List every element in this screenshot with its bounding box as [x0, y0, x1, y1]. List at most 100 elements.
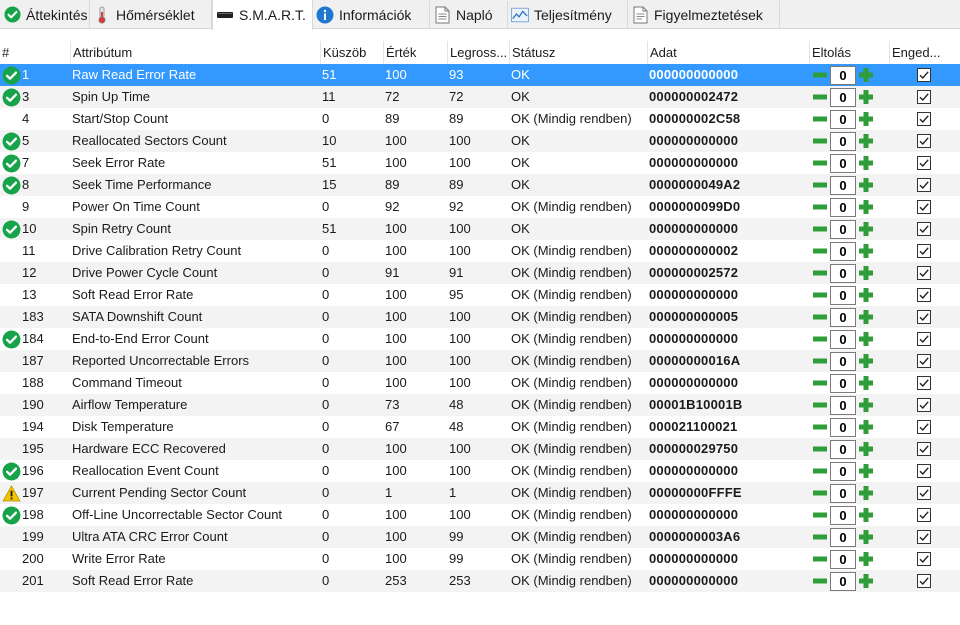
table-row[interactable]: 187 Reported Uncorrectable Errors 0 100 …	[0, 350, 960, 372]
increase-offset-button[interactable]	[857, 462, 875, 480]
table-row[interactable]: 1 Raw Read Error Rate 51 100 93 OK 00000…	[0, 64, 960, 86]
column-header-threshold[interactable]: Küszöb	[320, 41, 383, 65]
column-header-attribute[interactable]: Attribútum	[70, 41, 320, 65]
enabled-checkbox[interactable]	[917, 112, 931, 126]
offset-value-field[interactable]: 0	[830, 131, 856, 151]
offset-stepper[interactable]: 0	[811, 570, 879, 592]
increase-offset-button[interactable]	[857, 484, 875, 502]
offset-stepper[interactable]: 0	[811, 504, 879, 526]
offset-stepper[interactable]: 0	[811, 284, 879, 306]
table-row[interactable]: 190 Airflow Temperature 0 73 48 OK (Mind…	[0, 394, 960, 416]
table-row[interactable]: 10 Spin Retry Count 51 100 100 OK 000000…	[0, 218, 960, 240]
offset-value-field[interactable]: 0	[830, 109, 856, 129]
offset-stepper[interactable]: 0	[811, 548, 879, 570]
offset-stepper[interactable]: 0	[811, 372, 879, 394]
decrease-offset-button[interactable]	[811, 286, 829, 304]
enabled-checkbox[interactable]	[917, 442, 931, 456]
tab-temperature[interactable]: Hőmérséklet	[90, 1, 212, 28]
table-row[interactable]: 188 Command Timeout 0 100 100 OK (Mindig…	[0, 372, 960, 394]
decrease-offset-button[interactable]	[811, 198, 829, 216]
table-row[interactable]: 8 Seek Time Performance 15 89 89 OK 0000…	[0, 174, 960, 196]
decrease-offset-button[interactable]	[811, 396, 829, 414]
decrease-offset-button[interactable]	[811, 66, 829, 84]
column-header-value[interactable]: Érték	[383, 41, 447, 65]
enabled-checkbox[interactable]	[917, 156, 931, 170]
decrease-offset-button[interactable]	[811, 484, 829, 502]
offset-value-field[interactable]: 0	[830, 65, 856, 85]
enabled-checkbox[interactable]	[917, 134, 931, 148]
increase-offset-button[interactable]	[857, 330, 875, 348]
tab-alerts[interactable]: Figyelmeztetések	[628, 1, 780, 28]
increase-offset-button[interactable]	[857, 110, 875, 128]
increase-offset-button[interactable]	[857, 88, 875, 106]
table-row[interactable]: 200 Write Error Rate 0 100 99 OK (Mindig…	[0, 548, 960, 570]
increase-offset-button[interactable]	[857, 242, 875, 260]
decrease-offset-button[interactable]	[811, 440, 829, 458]
enabled-checkbox[interactable]	[917, 420, 931, 434]
enabled-checkbox[interactable]	[917, 266, 931, 280]
offset-value-field[interactable]: 0	[830, 241, 856, 261]
decrease-offset-button[interactable]	[811, 528, 829, 546]
increase-offset-button[interactable]	[857, 550, 875, 568]
column-header-num[interactable]: #	[0, 41, 70, 65]
offset-value-field[interactable]: 0	[830, 175, 856, 195]
enabled-checkbox[interactable]	[917, 332, 931, 346]
offset-stepper[interactable]: 0	[811, 438, 879, 460]
offset-stepper[interactable]: 0	[811, 394, 879, 416]
increase-offset-button[interactable]	[857, 572, 875, 590]
increase-offset-button[interactable]	[857, 418, 875, 436]
offset-stepper[interactable]: 0	[811, 86, 879, 108]
decrease-offset-button[interactable]	[811, 176, 829, 194]
increase-offset-button[interactable]	[857, 176, 875, 194]
enabled-checkbox[interactable]	[917, 222, 931, 236]
decrease-offset-button[interactable]	[811, 374, 829, 392]
increase-offset-button[interactable]	[857, 352, 875, 370]
enabled-checkbox[interactable]	[917, 486, 931, 500]
increase-offset-button[interactable]	[857, 66, 875, 84]
offset-value-field[interactable]: 0	[830, 263, 856, 283]
table-row[interactable]: 184 End-to-End Error Count 0 100 100 OK …	[0, 328, 960, 350]
offset-value-field[interactable]: 0	[830, 197, 856, 217]
enabled-checkbox[interactable]	[917, 574, 931, 588]
table-row[interactable]: 183 SATA Downshift Count 0 100 100 OK (M…	[0, 306, 960, 328]
offset-stepper[interactable]: 0	[811, 460, 879, 482]
column-header-enabled[interactable]: Enged...	[889, 41, 960, 65]
column-header-worst[interactable]: Legross...	[447, 41, 509, 65]
offset-value-field[interactable]: 0	[830, 439, 856, 459]
offset-stepper[interactable]: 0	[811, 350, 879, 372]
offset-value-field[interactable]: 0	[830, 285, 856, 305]
offset-stepper[interactable]: 0	[811, 240, 879, 262]
offset-value-field[interactable]: 0	[830, 461, 856, 481]
increase-offset-button[interactable]	[857, 506, 875, 524]
table-row[interactable]: 199 Ultra ATA CRC Error Count 0 100 99 O…	[0, 526, 960, 548]
table-row[interactable]: 196 Reallocation Event Count 0 100 100 O…	[0, 460, 960, 482]
decrease-offset-button[interactable]	[811, 550, 829, 568]
column-header-offset[interactable]: Eltolás	[809, 41, 889, 65]
increase-offset-button[interactable]	[857, 528, 875, 546]
offset-value-field[interactable]: 0	[830, 527, 856, 547]
offset-stepper[interactable]: 0	[811, 482, 879, 504]
offset-value-field[interactable]: 0	[830, 373, 856, 393]
decrease-offset-button[interactable]	[811, 506, 829, 524]
table-row[interactable]: 4 Start/Stop Count 0 89 89 OK (Mindig re…	[0, 108, 960, 130]
table-row[interactable]: 195 Hardware ECC Recovered 0 100 100 OK …	[0, 438, 960, 460]
offset-stepper[interactable]: 0	[811, 108, 879, 130]
increase-offset-button[interactable]	[857, 440, 875, 458]
decrease-offset-button[interactable]	[811, 418, 829, 436]
enabled-checkbox[interactable]	[917, 288, 931, 302]
decrease-offset-button[interactable]	[811, 132, 829, 150]
decrease-offset-button[interactable]	[811, 330, 829, 348]
offset-value-field[interactable]: 0	[830, 549, 856, 569]
tab-overview[interactable]: Áttekintés	[0, 1, 90, 28]
offset-stepper[interactable]: 0	[811, 526, 879, 548]
enabled-checkbox[interactable]	[917, 90, 931, 104]
increase-offset-button[interactable]	[857, 374, 875, 392]
table-row[interactable]: 5 Reallocated Sectors Count 10 100 100 O…	[0, 130, 960, 152]
offset-value-field[interactable]: 0	[830, 571, 856, 591]
offset-stepper[interactable]: 0	[811, 262, 879, 284]
increase-offset-button[interactable]	[857, 286, 875, 304]
table-row[interactable]: 7 Seek Error Rate 51 100 100 OK 00000000…	[0, 152, 960, 174]
increase-offset-button[interactable]	[857, 132, 875, 150]
table-row[interactable]: 197 Current Pending Sector Count 0 1 1 O…	[0, 482, 960, 504]
table-row[interactable]: 194 Disk Temperature 0 67 48 OK (Mindig …	[0, 416, 960, 438]
